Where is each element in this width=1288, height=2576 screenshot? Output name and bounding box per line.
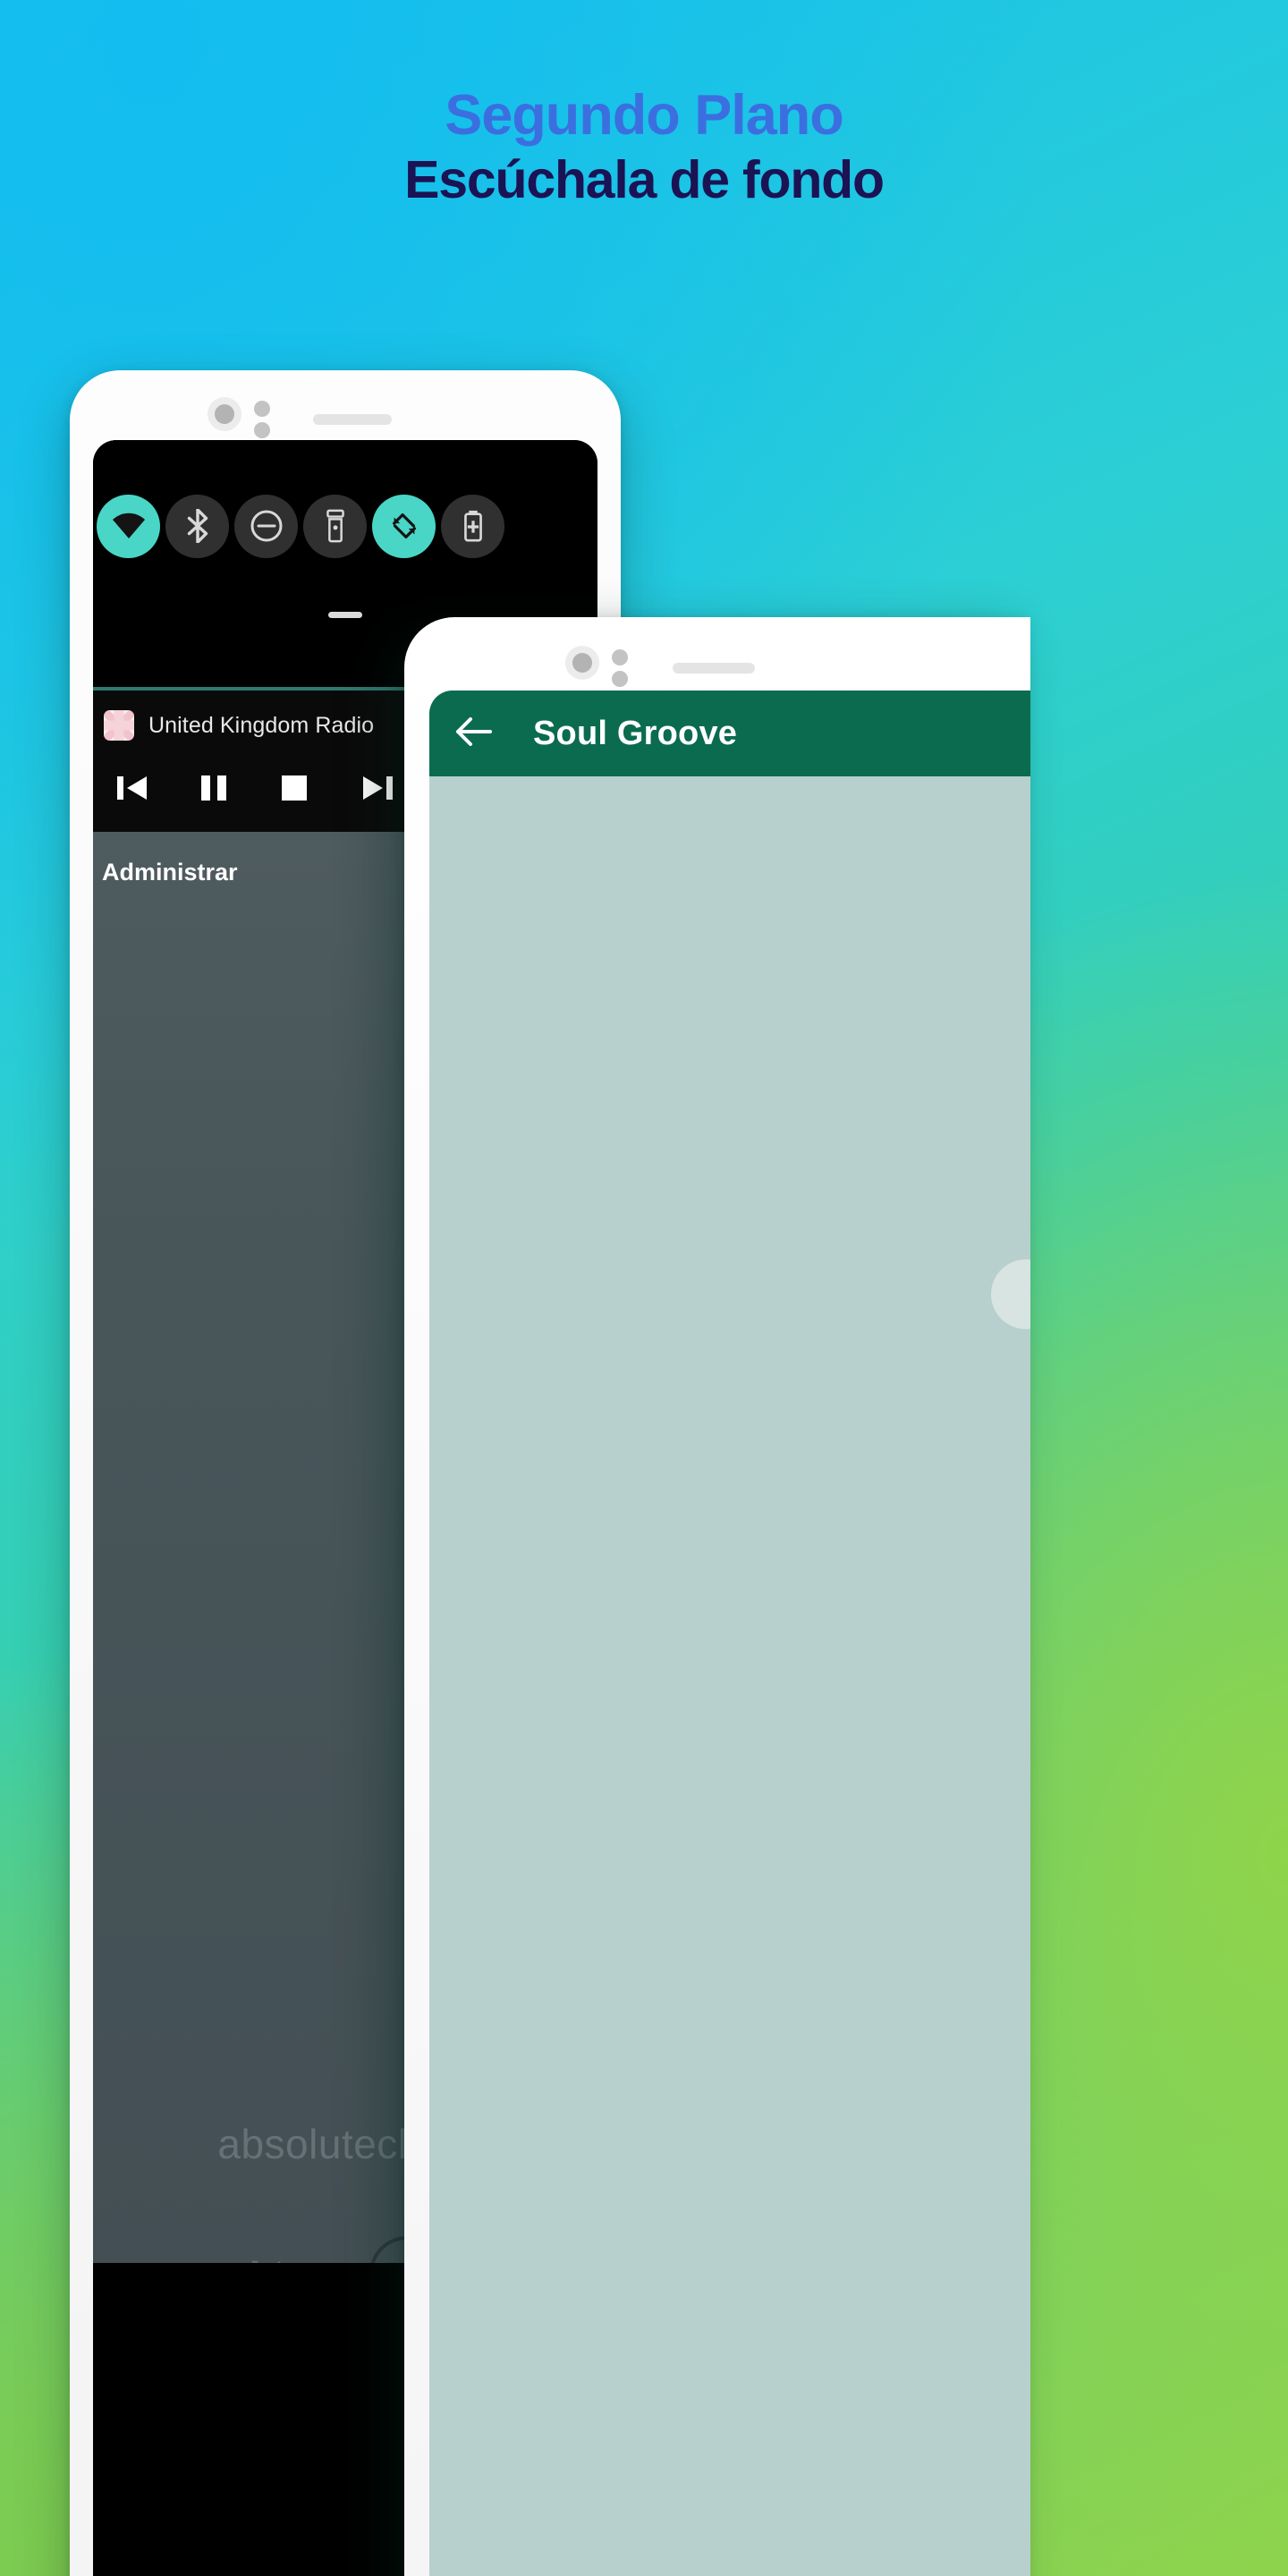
- player-previous-button[interactable]: [246, 2252, 285, 2263]
- floating-action-button[interactable]: [991, 1259, 1030, 1329]
- battery-saver-icon: [463, 510, 482, 542]
- quick-tile-wifi[interactable]: Wi-Fi: [97, 494, 160, 558]
- headline-line-2: Escúchala de fondo: [404, 150, 885, 210]
- quick-settings-panel: Wi-Fi Bluetooth No molestar: [93, 440, 597, 612]
- headline-line-1: Segundo Plano: [445, 84, 844, 147]
- quick-tile-auto-rotate[interactable]: Rotación automática: [372, 494, 436, 558]
- arrow-left-icon: [456, 716, 492, 746]
- phone-front-content: [429, 776, 1030, 2576]
- phone-front-bezel: [404, 617, 1030, 694]
- phone-front-screen: Soul Groove: [429, 691, 1030, 2576]
- notif-previous-button[interactable]: [111, 767, 152, 809]
- bluetooth-icon: [187, 509, 208, 543]
- app-bar-title: Soul Groove: [533, 714, 738, 752]
- page-headline: Segundo Plano Escúchala de fondo: [0, 86, 1288, 209]
- earpiece-speaker: [673, 663, 755, 674]
- flashlight-icon: [326, 509, 344, 543]
- previous-track-icon: [117, 776, 147, 800]
- uk-flag-icon: [104, 710, 134, 741]
- wifi-icon: [112, 513, 145, 538]
- quick-tile-bluetooth[interactable]: Bluetooth: [165, 494, 229, 558]
- notif-pause-button[interactable]: [195, 767, 233, 809]
- quick-tile-battery-saver[interactable]: Ahorro de batería: [441, 494, 504, 558]
- app-bar: Soul Groove: [429, 691, 1030, 776]
- earpiece-speaker: [313, 414, 392, 425]
- proximity-sensor-icon: [254, 401, 270, 438]
- phone-back-bezel: [70, 370, 621, 444]
- notif-next-button[interactable]: [358, 767, 399, 809]
- front-camera-icon: [565, 646, 599, 680]
- media-notification-title: United Kingdom Radio: [148, 712, 375, 738]
- phone-mockup-front: Soul Groove: [404, 617, 1030, 2576]
- auto-rotate-icon: [392, 513, 416, 538]
- front-camera-icon: [208, 397, 242, 431]
- proximity-sensor-icon: [612, 649, 628, 687]
- back-button[interactable]: [453, 714, 494, 754]
- quick-tile-do-not-disturb[interactable]: No molestar: [234, 494, 298, 558]
- quick-tile-flashlight[interactable]: Linterna: [303, 494, 367, 558]
- do-not-disturb-icon: [250, 510, 282, 542]
- notif-stop-button[interactable]: [275, 767, 315, 809]
- next-track-icon: [363, 776, 393, 800]
- pause-icon: [201, 775, 226, 801]
- stop-icon: [282, 775, 307, 801]
- previous-track-icon: [251, 2260, 281, 2263]
